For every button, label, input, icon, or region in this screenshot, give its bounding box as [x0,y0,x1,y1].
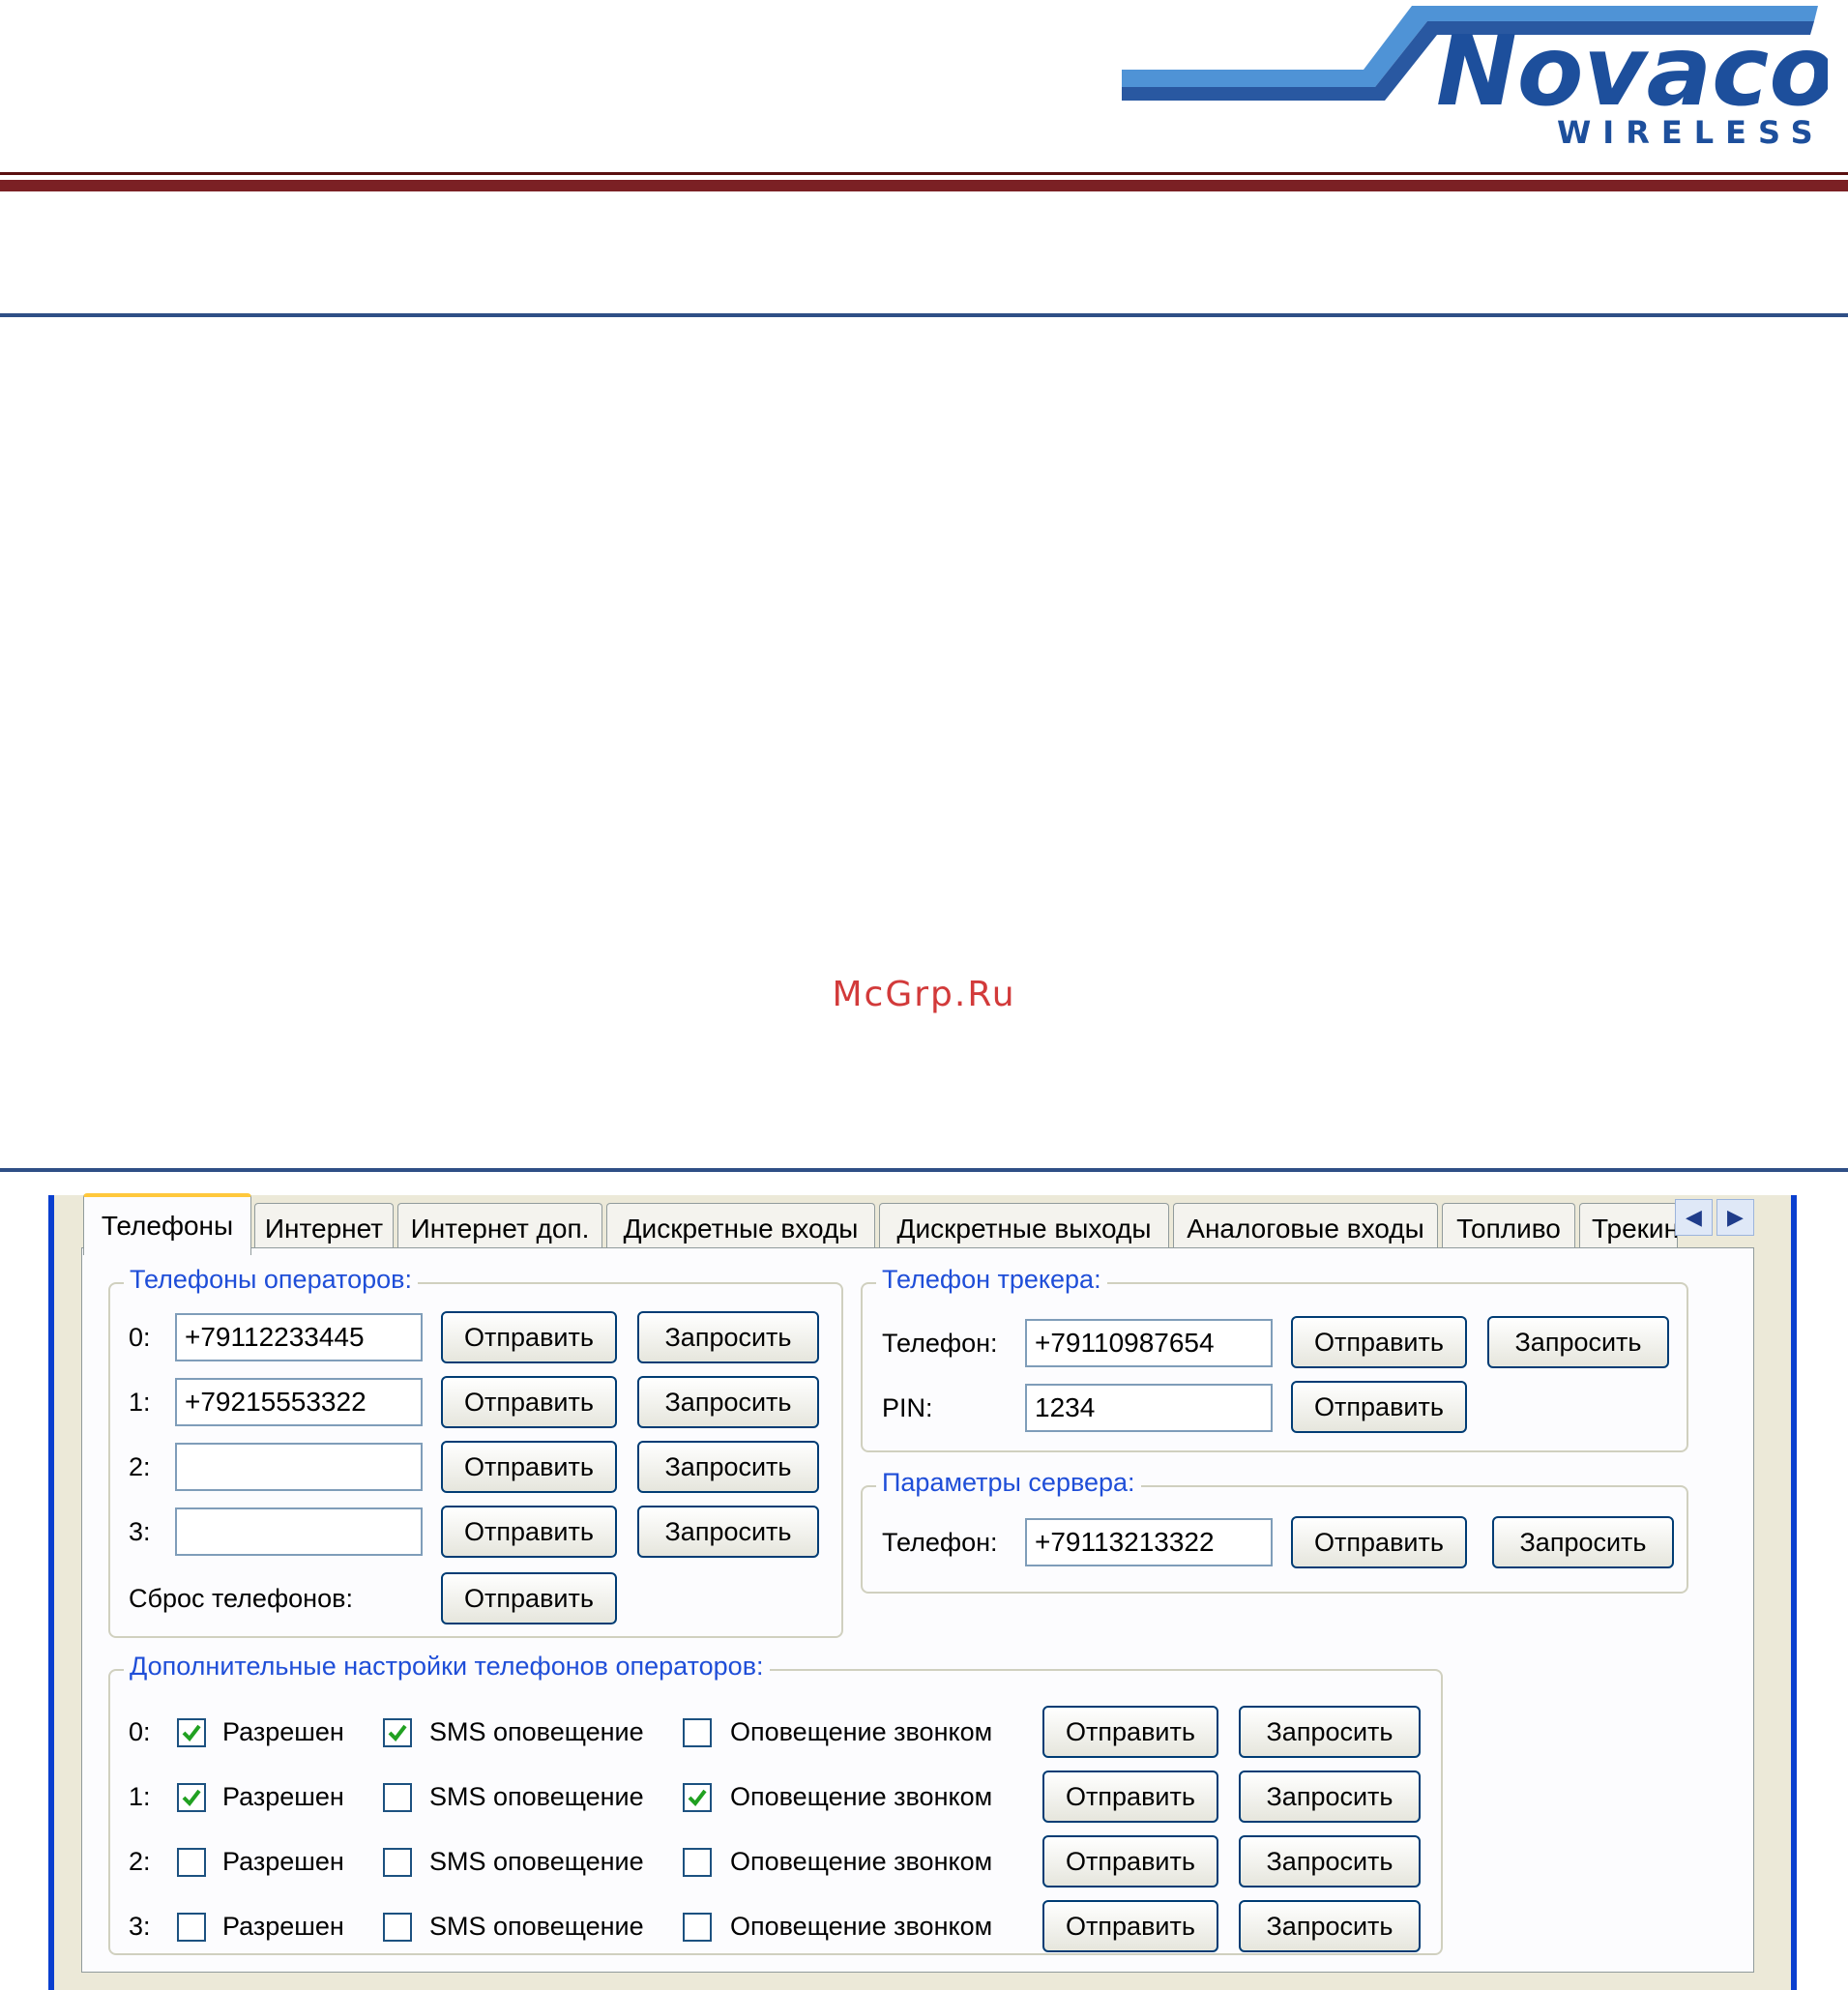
extra-sms-3-checkbox[interactable] [383,1913,412,1942]
extra-allowed-label: Разрешен [222,1782,344,1811]
checkmark-icon [182,1724,201,1742]
header-rule-blue [0,313,1848,317]
extra-call-label: Оповещение звонком [730,1847,993,1876]
tracker-phone-send-button[interactable]: Отправить [1291,1316,1467,1368]
operator-phone-1-send-button[interactable]: Отправить [441,1376,617,1428]
operator-phone-0-send-button[interactable]: Отправить [441,1311,617,1363]
tracker-phone-request-button[interactable]: Запросить [1487,1316,1669,1368]
extra-allowed-label: Разрешен [222,1847,344,1876]
tracker-pin-label: PIN: [882,1393,933,1422]
tab-scroll-left-icon[interactable]: ◀ [1675,1199,1713,1236]
extra-sms-label: SMS оповещение [429,1912,644,1941]
extra-index: 0: [129,1717,151,1746]
server-phone-label: Телефон: [882,1528,998,1557]
operator-phone-3-send-button[interactable]: Отправить [441,1506,617,1558]
extra-call-3-checkbox[interactable] [683,1913,712,1942]
server-phone-input[interactable] [1025,1518,1273,1566]
operator-index: 2: [129,1452,151,1481]
novacom-logo: Novacom WIRELESS [1122,6,1828,151]
group-server-params-legend: Параметры сервера: [876,1468,1141,1498]
group-tracker-phone-legend: Телефон трекера: [876,1265,1107,1295]
extra-2-request-button[interactable]: Запросить [1239,1835,1421,1888]
extra-call-0-checkbox[interactable] [683,1718,712,1747]
extra-allowed-3-checkbox[interactable] [177,1913,206,1942]
tracker-phone-input[interactable] [1025,1319,1273,1367]
operator-index: 3: [129,1517,151,1546]
tab-scroll-right-icon[interactable]: ▶ [1716,1199,1754,1236]
server-phone-request-button[interactable]: Запросить [1492,1516,1674,1568]
operator-phone-2-input[interactable] [175,1443,423,1491]
extra-3-request-button[interactable]: Запросить [1239,1900,1421,1952]
extra-call-2-checkbox[interactable] [683,1848,712,1877]
reset-phones-send-button[interactable]: Отправить [441,1572,617,1624]
group-operator-phones-legend: Телефоны операторов: [124,1265,418,1295]
extra-index: 2: [129,1847,151,1876]
tracker-pin-input[interactable] [1025,1384,1273,1432]
extra-0-send-button[interactable]: Отправить [1042,1706,1218,1758]
tab-scroll: ◀ ▶ [1675,1199,1754,1236]
tab-tracking[interactable]: Трекинг [1579,1203,1678,1253]
operator-phone-1-input[interactable] [175,1378,423,1426]
extra-allowed-2-checkbox[interactable] [177,1848,206,1877]
operator-phone-3-input[interactable] [175,1507,423,1556]
extra-call-1-checkbox[interactable] [683,1783,712,1812]
tracker-pin-send-button[interactable]: Отправить [1291,1381,1467,1433]
tab-analog-inputs[interactable]: Аналоговые входы [1173,1203,1438,1253]
extra-allowed-1-checkbox[interactable] [177,1783,206,1812]
header-rule-red [0,180,1848,191]
tab-phones[interactable]: Телефоны [83,1193,251,1255]
reset-phones-label: Сброс телефонов: [129,1584,353,1613]
operator-index: 1: [129,1388,151,1417]
extra-3-send-button[interactable]: Отправить [1042,1900,1218,1952]
checkmark-icon [688,1789,707,1807]
extra-sms-label: SMS оповещение [429,1847,644,1876]
svg-text:Novacom: Novacom [1436,15,1828,128]
tab-discrete-outputs[interactable]: Дискретные выходы [879,1203,1169,1253]
operator-phone-1-request-button[interactable]: Запросить [637,1376,819,1428]
extra-allowed-0-checkbox[interactable] [177,1718,206,1747]
extra-call-label: Оповещение звонком [730,1782,993,1811]
extra-1-send-button[interactable]: Отправить [1042,1771,1218,1823]
extra-allowed-label: Разрешен [222,1912,344,1941]
extra-sms-label: SMS оповещение [429,1782,644,1811]
tab-fuel[interactable]: Топливо [1442,1203,1575,1253]
extra-sms-2-checkbox[interactable] [383,1848,412,1877]
extra-allowed-label: Разрешен [222,1717,344,1746]
svg-text:WIRELESS: WIRELESS [1557,114,1825,151]
section-rule-blue [0,1168,1848,1172]
tab-discrete-inputs[interactable]: Дискретные входы [606,1203,875,1253]
checkmark-icon [182,1789,201,1807]
extra-index: 3: [129,1912,151,1941]
extra-call-label: Оповещение звонком [730,1912,993,1941]
operator-phone-0-request-button[interactable]: Запросить [637,1311,819,1363]
operator-index: 0: [129,1323,151,1352]
group-extra-settings-legend: Дополнительные настройки телефонов опера… [124,1652,770,1682]
extra-sms-label: SMS оповещение [429,1717,644,1746]
operator-phone-2-request-button[interactable]: Запросить [637,1441,819,1493]
tracker-phone-label: Телефон: [882,1329,998,1358]
extra-sms-1-checkbox[interactable] [383,1783,412,1812]
extra-2-send-button[interactable]: Отправить [1042,1835,1218,1888]
server-phone-send-button[interactable]: Отправить [1291,1516,1467,1568]
tab-internet-extra[interactable]: Интернет доп. [397,1203,602,1253]
operator-phone-2-send-button[interactable]: Отправить [441,1441,617,1493]
extra-index: 1: [129,1782,151,1811]
extra-0-request-button[interactable]: Запросить [1239,1706,1421,1758]
extra-1-request-button[interactable]: Запросить [1239,1771,1421,1823]
checkmark-icon [388,1724,407,1742]
extra-call-label: Оповещение звонком [730,1717,993,1746]
extra-sms-0-checkbox[interactable] [383,1718,412,1747]
operator-phone-3-request-button[interactable]: Запросить [637,1506,819,1558]
watermark: McGrp.Ru [832,975,1016,1014]
operator-phone-0-input[interactable] [175,1313,423,1361]
header-rule-dark [0,172,1848,175]
tab-internet[interactable]: Интернет [254,1203,394,1253]
